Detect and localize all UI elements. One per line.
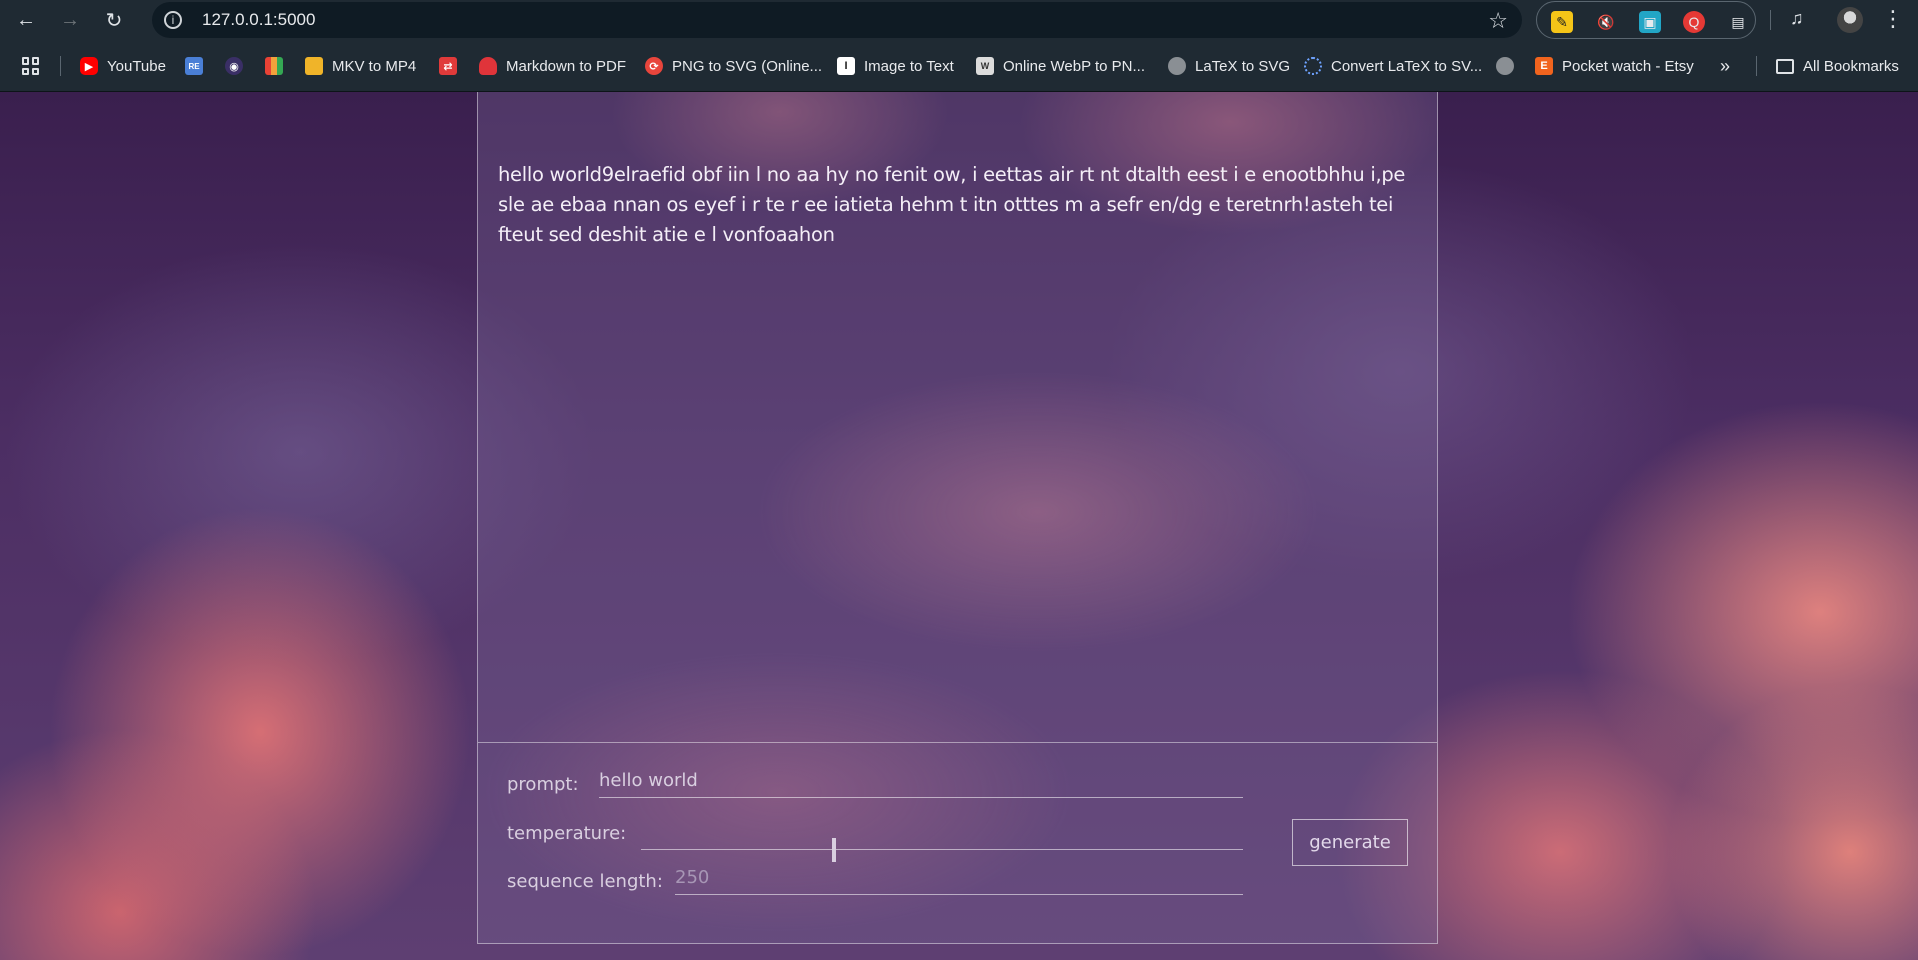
generator-panel: hello world9elraefid obf iin l no aa hy … <box>477 92 1438 944</box>
sequence-length-input[interactable] <box>675 861 1243 895</box>
fingerprint-icon: ◉ <box>225 57 243 75</box>
bookmark-grid[interactable] <box>265 54 292 78</box>
generated-text: hello world9elraefid obf iin l no aa hy … <box>498 163 1406 246</box>
reload-icon[interactable]: ↻ <box>96 2 132 38</box>
page-background: hello world9elraefid obf iin l no aa hy … <box>0 92 1918 960</box>
flame-icon <box>479 57 497 75</box>
globe-icon <box>1168 57 1186 75</box>
prompt-label: prompt: <box>507 774 579 795</box>
bookmark-latex-to-svg[interactable]: LaTeX to SVG <box>1168 54 1290 78</box>
bookmark-label: MKV to MP4 <box>332 57 417 75</box>
media-controls-icon[interactable]: ♫ <box>1790 8 1804 29</box>
bookmark-label: Online WebP to PN... <box>1003 57 1146 75</box>
folder-icon <box>1776 58 1794 74</box>
bookmark-convert-latex[interactable]: Convert LaTeX to SV... <box>1304 54 1482 78</box>
bookmark-label: YouTube <box>107 57 166 75</box>
bookmark-markdown-to-pdf[interactable]: Markdown to PDF <box>479 54 626 78</box>
all-bookmarks-label: All Bookmarks <box>1803 57 1899 75</box>
bookmarks-bar: ▶ YouTube RE ◉ MKV to MP4 ⇄ Markdown to … <box>0 40 1918 92</box>
search-extension-icon[interactable]: Q <box>1683 11 1705 33</box>
address-bar[interactable]: i 127.0.0.1:5000 ☆ <box>152 2 1522 38</box>
browser-toolbar: ← → ↻ i 127.0.0.1:5000 ☆ ✎ 🔇 ▣ Q ▤ ♫ ⋮ <box>0 0 1918 40</box>
bookmark-globe[interactable] <box>1496 54 1523 78</box>
generate-button[interactable]: generate <box>1292 819 1408 866</box>
bookmark-webp-to-png[interactable]: W Online WebP to PN... <box>976 54 1145 78</box>
etsy-icon: E <box>1535 57 1553 75</box>
forward-icon[interactable]: → <box>52 2 88 38</box>
highlighter-extension-icon[interactable]: ✎ <box>1551 11 1573 33</box>
toolbar-divider <box>1770 10 1771 30</box>
globe-icon <box>1496 57 1514 75</box>
bookmarks-divider <box>1756 56 1757 76</box>
bookmarks-divider <box>60 56 61 76</box>
sequence-length-label: sequence length: <box>507 871 663 892</box>
bookmark-label: LaTeX to SVG <box>1195 57 1291 75</box>
temperature-slider-thumb[interactable] <box>831 838 836 862</box>
bookmark-label: PNG to SVG (Online... <box>672 57 823 75</box>
bookmark-youtube[interactable]: ▶ YouTube <box>80 54 166 78</box>
browser-menu-icon[interactable]: ⋮ <box>1882 6 1904 32</box>
profile-avatar[interactable] <box>1837 7 1863 33</box>
swap-icon: ⇄ <box>439 57 457 75</box>
apps-grid-icon[interactable] <box>22 57 40 75</box>
all-bookmarks-button[interactable]: All Bookmarks <box>1776 54 1899 78</box>
temperature-slider[interactable] <box>641 838 1243 862</box>
extensions-puzzle-icon[interactable]: ▤ <box>1727 11 1749 33</box>
bookmark-repo[interactable]: RE <box>185 54 212 78</box>
bookmark-swap[interactable]: ⇄ <box>439 54 466 78</box>
bookmark-mkv-to-mp4[interactable]: MKV to MP4 <box>305 54 416 78</box>
converter-icon: ⟳ <box>645 57 663 75</box>
temperature-label: temperature: <box>507 823 627 844</box>
colorful-grid-icon <box>265 57 283 75</box>
bookmark-label: Convert LaTeX to SV... <box>1331 57 1483 75</box>
youtube-icon: ▶ <box>80 57 98 75</box>
folder-stack-icon <box>305 57 323 75</box>
bookmark-png-to-svg[interactable]: ⟳ PNG to SVG (Online... <box>645 54 822 78</box>
more-bookmarks-button[interactable]: » <box>1720 54 1730 78</box>
screen-extension-icon[interactable]: ▣ <box>1639 11 1661 33</box>
repo-icon: RE <box>185 57 203 75</box>
bookmark-label: Markdown to PDF <box>506 57 627 75</box>
bookmark-image-to-text[interactable]: I Image to Text <box>837 54 954 78</box>
site-info-icon[interactable]: i <box>164 11 182 29</box>
webp-icon: W <box>976 57 994 75</box>
bookmark-label: Image to Text <box>864 57 954 75</box>
bookmark-star-icon[interactable]: ☆ <box>1488 8 1508 34</box>
extensions-pill: ✎ 🔇 ▣ Q ▤ <box>1536 1 1756 39</box>
bookmark-label: Pocket watch - Etsy <box>1562 57 1694 75</box>
mute-tab-icon[interactable]: 🔇 <box>1595 11 1617 33</box>
bookmark-fingerprint[interactable]: ◉ <box>225 54 252 78</box>
controls-section: prompt: temperature: generate sequence l… <box>478 742 1437 945</box>
bookmark-etsy[interactable]: E Pocket watch - Etsy <box>1535 54 1694 78</box>
dotted-circle-icon <box>1304 57 1322 75</box>
url-text[interactable]: 127.0.0.1:5000 <box>202 10 315 30</box>
text-doc-icon: I <box>837 57 855 75</box>
back-icon[interactable]: ← <box>8 2 44 38</box>
prompt-input[interactable] <box>599 764 1243 798</box>
